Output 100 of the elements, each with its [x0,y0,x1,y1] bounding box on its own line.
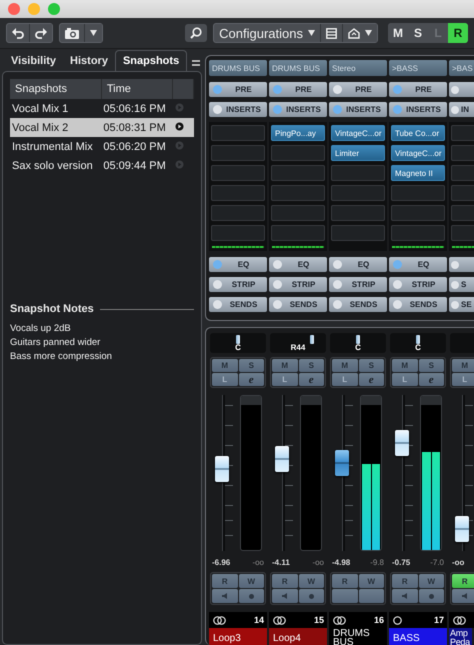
section-toggle[interactable]: PRE [329,82,387,97]
section-toggle[interactable]: SE [449,297,474,312]
section-toggle[interactable]: S [449,277,474,292]
stereo-icon[interactable] [333,616,346,624]
section-toggle[interactable]: STRIP [269,277,327,292]
play-icon[interactable] [174,122,184,130]
fader-handle[interactable] [215,456,229,482]
output-routing[interactable]: Stereo [329,60,387,76]
volume-fader[interactable] [452,395,474,551]
section-toggle[interactable]: SENDS [389,297,447,312]
volume-fader[interactable] [212,395,234,551]
insert-slot[interactable] [271,165,325,181]
automation-button[interactable] [358,589,384,603]
section-toggle[interactable]: PRE [389,82,447,97]
pan-control[interactable]: C [210,333,266,353]
output-routing[interactable]: DRUMS BUS [269,60,327,76]
insert-slot[interactable] [211,165,265,181]
section-toggle[interactable]: INSERTS [329,102,387,117]
mode-button[interactable]: R [448,23,468,43]
output-routing[interactable]: >BAS [449,60,474,76]
window-zoom-button[interactable] [48,3,60,15]
snapshot-name[interactable]: Vocal Mix 1 [10,99,102,118]
insert-slot[interactable]: PingPo...ay [271,125,325,141]
panel-tab[interactable]: Snapshots [114,50,188,71]
section-toggle[interactable]: INSERTS [269,102,327,117]
channel-button[interactable]: R [452,574,474,588]
section-toggle[interactable]: INSERTS [209,102,267,117]
snapshot-name[interactable]: Instrumental Mix [10,137,102,156]
column-header[interactable]: Time [101,79,172,99]
section-toggle[interactable]: STRIP [209,277,267,292]
insert-slot[interactable] [391,205,445,221]
section-toggle[interactable]: SENDS [329,297,387,312]
fader-handle[interactable] [275,446,289,472]
volume-fader[interactable] [332,395,354,551]
insert-slot[interactable] [271,225,325,241]
snapshot-name[interactable]: Sax solo version [10,156,102,175]
channel-name[interactable]: Loop3 [209,628,267,645]
insert-slot[interactable] [211,145,265,161]
section-toggle[interactable]: EQ [269,257,327,272]
section-toggle[interactable]: EQ [209,257,267,272]
insert-slot[interactable] [211,125,265,141]
volume-fader[interactable] [392,395,414,551]
snapshot-name[interactable]: Vocal Mix 2 [10,118,102,137]
stereo-icon[interactable] [273,616,286,624]
stereo-icon[interactable] [213,616,226,624]
pan-control[interactable]: R44 [270,333,326,353]
insert-slot[interactable] [331,165,385,181]
insert-slot[interactable]: Tube Co...or [391,125,445,141]
section-toggle[interactable]: INSERTS [389,102,447,117]
insert-slot[interactable] [331,185,385,201]
section-toggle[interactable]: STRIP [389,277,447,292]
speaker-button[interactable] [452,589,474,603]
dropdown-button[interactable] [84,24,102,42]
section-toggle[interactable]: PRE [269,82,327,97]
insert-slot[interactable] [211,225,265,241]
insert-slot[interactable] [211,185,265,201]
speaker-button[interactable] [272,589,298,603]
search-button[interactable] [185,24,208,42]
section-toggle[interactable]: SENDS [269,297,327,312]
speaker-button[interactable] [212,589,238,603]
window-close-button[interactable] [8,3,20,15]
insert-slot[interactable]: VintageC...or [391,145,445,161]
home-button[interactable] [342,24,377,42]
channel-name[interactable]: DRUMS BUS [329,628,387,645]
section-toggle[interactable]: PRE [209,82,267,97]
pan-control[interactable]: C [330,333,386,353]
section-toggle[interactable]: STRIP [329,277,387,292]
section-toggle[interactable]: EQ [389,257,447,272]
fader-handle[interactable] [395,430,409,456]
pan-control[interactable]: C [390,333,446,353]
panel-tab[interactable]: Visibility [4,51,64,71]
dot-button[interactable] [238,589,264,603]
window-minimize-button[interactable] [28,3,40,15]
mono-icon[interactable] [393,616,402,624]
fader-handle[interactable] [455,516,469,542]
panel-tab[interactable]: History [63,51,115,71]
dot-button[interactable] [418,589,444,603]
output-routing[interactable]: DRUMS BUS [209,60,267,76]
fader-handle[interactable] [335,450,349,476]
volume-fader[interactable] [272,395,294,551]
insert-slot[interactable]: Magneto II [391,165,445,181]
stereo-icon[interactable] [453,616,466,624]
speaker-button[interactable] [392,589,418,603]
channel-name[interactable]: Loop4 [269,628,327,645]
channel-name[interactable]: Amp Peda [449,628,472,645]
insert-slot[interactable] [391,225,445,241]
output-routing[interactable]: >BASS [389,60,447,76]
insert-slot[interactable]: VintageC...or [331,125,385,141]
redo-button[interactable] [29,24,52,42]
insert-slot[interactable] [271,185,325,201]
insert-slot[interactable]: Limiter [331,145,385,161]
insert-slot[interactable] [391,185,445,201]
insert-slot[interactable] [271,145,325,161]
column-header[interactable]: Snapshots [10,79,102,99]
dot-button[interactable] [298,589,324,603]
menu-icon[interactable] [192,60,200,66]
section-toggle[interactable]: EQ [329,257,387,272]
section-toggle[interactable]: SENDS [209,297,267,312]
section-toggle[interactable]: IN [449,102,474,117]
channel-name[interactable]: BASS [389,628,447,645]
